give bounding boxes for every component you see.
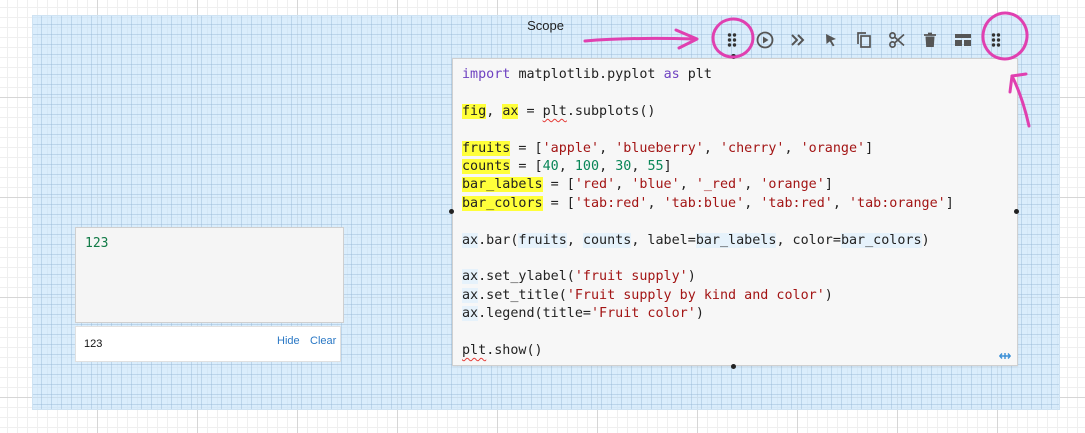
resize-handle-top[interactable] [731,54,736,59]
code-cell[interactable]: import matplotlib.pyplot as plt fig, ax =… [452,58,1018,366]
code-line: import matplotlib.pyplot as plt [462,67,712,82]
code-line: bar_colors = ['tab:red', 'tab:blue', 'ta… [462,195,954,211]
cursor-icon [826,34,836,47]
cut-button[interactable] [885,28,909,52]
output-panel: 123 Hide Clear [75,326,341,362]
resize-handle-right[interactable] [1014,209,1019,214]
resize-handle-left[interactable] [449,209,454,214]
double-chevron-right-icon [791,34,805,46]
run-button[interactable] [753,28,777,52]
code-line: ax.bar(fruits, counts, label=bar_labels,… [462,232,930,248]
layout-button[interactable] [951,28,975,52]
value-cell-text[interactable]: 123 [85,236,108,251]
scissors-icon [889,32,905,48]
resize-icon[interactable] [999,352,1011,360]
output-value: 123 [84,338,103,350]
play-circle-icon [756,31,774,49]
trash-icon [924,32,936,47]
code-line: plt.show() [462,342,543,358]
delete-button[interactable] [918,28,942,52]
value-cell[interactable]: 123 [75,227,344,323]
code-line: ax.legend(title='Fruit color') [462,306,704,322]
drag-dots-icon [991,33,1001,47]
clear-button[interactable]: Clear [310,335,336,347]
code-line: bar_labels = ['red', 'blue', '_red', 'or… [462,177,833,193]
drag-dots-icon [727,33,737,47]
code-editor[interactable]: import matplotlib.pyplot as plt fig, ax =… [462,66,954,360]
resize-handle-bottom[interactable] [731,364,736,369]
cell-toolbar [712,24,1016,56]
run-all-button[interactable] [786,28,810,52]
code-line: fig, ax = plt.subplots() [462,103,656,119]
code-line: ax.set_ylabel('fruit supply') [462,269,696,285]
hide-button[interactable]: Hide [277,335,300,347]
copy-button[interactable] [852,28,876,52]
layout-icon [955,34,971,46]
code-line: fruits = ['apple', 'blueberry', 'cherry'… [462,140,874,156]
drag-handle-button-2[interactable] [984,28,1008,52]
select-button[interactable] [819,28,843,52]
code-line: counts = [40, 100, 30, 55] [462,158,672,174]
code-line: ax.set_title('Fruit supply by kind and c… [462,287,833,303]
drag-handle-button[interactable] [720,28,744,52]
copy-icon [857,32,871,48]
